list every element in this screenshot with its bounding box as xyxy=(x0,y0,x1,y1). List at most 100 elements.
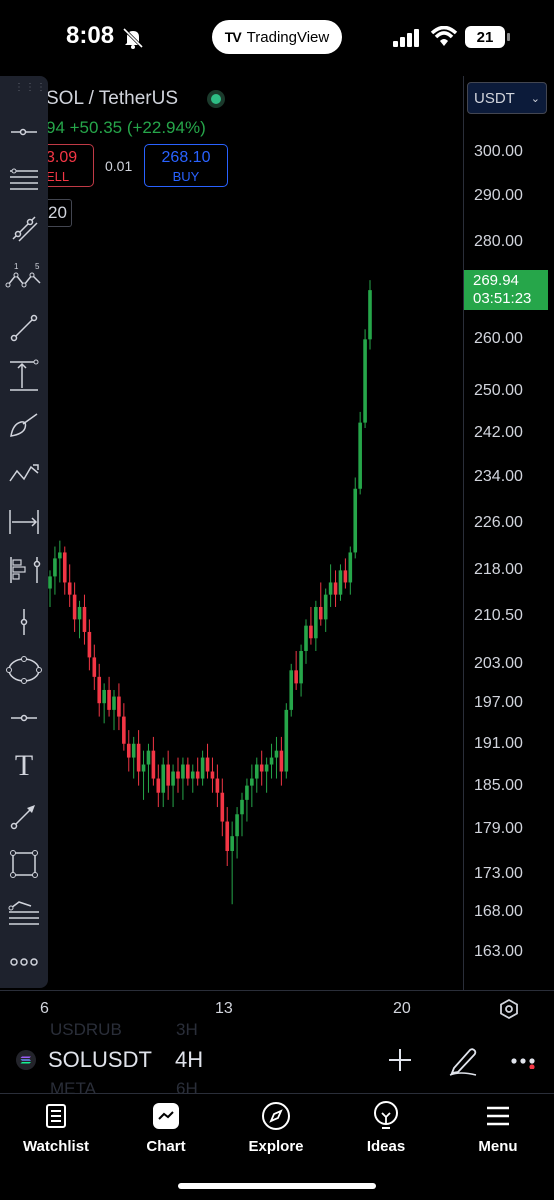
ghost-symbol: USDRUB xyxy=(50,1020,122,1039)
tab-chart[interactable]: Chart xyxy=(116,1100,216,1155)
text-icon[interactable]: T xyxy=(4,746,44,786)
grip-icon[interactable]: ⋮⋮⋮ xyxy=(14,82,47,93)
tradingview-pill[interactable]: TV TradingView xyxy=(212,20,342,54)
candle-down xyxy=(67,582,72,595)
candle-up xyxy=(235,814,239,837)
sell-price: 3.09 xyxy=(46,149,78,166)
candle-up xyxy=(368,290,372,340)
market-status-icon[interactable] xyxy=(207,90,225,108)
tab-label: Ideas xyxy=(366,1138,406,1155)
candle-down xyxy=(117,696,121,717)
sell-button[interactable]: 3.09 ELL xyxy=(44,144,94,187)
price-tick: 242.00 xyxy=(474,424,523,442)
cellular-signal-icon xyxy=(393,29,419,47)
tradingview-label: TradingView xyxy=(246,28,330,46)
rectangle-icon[interactable] xyxy=(4,844,44,884)
candle-down xyxy=(136,743,141,772)
tradingview-logo-icon: TV xyxy=(224,29,242,45)
drawing-toolbar: ⋮⋮⋮ 15 T xyxy=(0,76,48,988)
price-tick: 168.00 xyxy=(474,903,523,921)
candle-up xyxy=(363,339,367,423)
last-price-badge: 269.94 03:51:23 xyxy=(464,270,548,310)
price-tick: 218.00 xyxy=(474,561,523,579)
home-indicator xyxy=(178,1183,376,1189)
candle-up xyxy=(323,594,328,620)
chart-settings-icon[interactable] xyxy=(498,998,520,1020)
battery-cap xyxy=(507,33,510,41)
fib-icon[interactable] xyxy=(4,892,44,932)
candle-up xyxy=(353,488,358,553)
buy-label: BUY xyxy=(172,169,200,184)
candle-down xyxy=(82,606,87,632)
ellipse-icon[interactable] xyxy=(4,650,44,690)
status-time: 8:08 xyxy=(66,22,115,49)
price-tick: 234.00 xyxy=(474,468,523,486)
price-axis[interactable] xyxy=(463,76,554,990)
time-tick: 13 xyxy=(215,1000,233,1017)
price-tick: 210.50 xyxy=(474,607,523,625)
ghost-interval: 3H xyxy=(176,1020,198,1039)
more-options-icon[interactable] xyxy=(510,1055,538,1069)
multi-line-icon[interactable] xyxy=(4,160,44,200)
cross-line-icon[interactable] xyxy=(4,698,44,738)
price-tick: 203.00 xyxy=(474,654,523,672)
candle-down xyxy=(186,764,190,779)
spread-value: 0.01 xyxy=(105,158,133,174)
candle-up xyxy=(53,558,57,577)
trend-line-icon[interactable] xyxy=(4,208,44,248)
pen-icon[interactable] xyxy=(448,1044,478,1076)
tab-menu[interactable]: Menu xyxy=(448,1100,548,1155)
candle-down xyxy=(343,570,348,583)
candle-down xyxy=(122,716,126,744)
candle-up xyxy=(269,757,274,765)
brush-icon[interactable] xyxy=(4,406,44,446)
horizontal-line-icon[interactable] xyxy=(4,112,44,152)
interval-selector[interactable]: 4H xyxy=(175,1047,203,1073)
tab-label: Watchlist xyxy=(22,1138,90,1155)
candle-up xyxy=(102,689,106,704)
candle-up xyxy=(250,778,254,786)
wifi-icon xyxy=(430,26,458,46)
price-tick: 290.00 xyxy=(474,187,523,205)
symbol-name[interactable]: SOLUSDT xyxy=(48,1047,152,1073)
candle-up xyxy=(245,785,249,800)
date-range-icon[interactable] xyxy=(4,502,44,542)
candle-down xyxy=(62,552,67,583)
price-tick: 260.00 xyxy=(474,330,523,348)
sell-label: ELL xyxy=(46,169,70,184)
candle-up xyxy=(358,422,362,489)
forecast-icon[interactable] xyxy=(4,550,44,590)
ray-icon[interactable] xyxy=(4,308,44,348)
tab-explore[interactable]: Explore xyxy=(226,1100,326,1155)
buy-price: 268.10 xyxy=(161,149,211,166)
arrow-icon[interactable] xyxy=(4,796,44,836)
candle-up xyxy=(48,576,52,589)
last-price: 269.94 xyxy=(473,272,519,289)
price-change: 94 +50.35 (+22.94%) xyxy=(46,118,206,137)
candle-up xyxy=(171,771,175,786)
price-range-icon[interactable] xyxy=(4,356,44,396)
candle-up xyxy=(146,750,151,765)
price-tick: 173.00 xyxy=(474,864,523,882)
quantity-field[interactable]: 20 xyxy=(44,199,72,227)
candle-up xyxy=(254,764,259,779)
candle-up xyxy=(274,750,279,758)
pattern-icon[interactable]: 15 xyxy=(4,256,44,296)
candle-up xyxy=(131,743,136,758)
tab-watchlist[interactable]: Watchlist xyxy=(6,1100,106,1155)
tab-ideas[interactable]: Ideas xyxy=(336,1100,436,1155)
path-icon[interactable] xyxy=(4,454,44,494)
tab-label: Explore xyxy=(248,1138,304,1155)
tab-label: Menu xyxy=(478,1138,518,1155)
candle-down xyxy=(333,582,338,595)
currency-select[interactable]: USDT ⌄ xyxy=(467,82,547,114)
price-tick: 300.00 xyxy=(474,142,523,160)
more-tools-icon[interactable] xyxy=(4,942,44,982)
symbol-title[interactable]: SOL / TetherUS xyxy=(46,88,178,110)
candle-down xyxy=(72,594,77,620)
pattern-label: 1 xyxy=(14,262,19,271)
menu-icon xyxy=(487,1106,509,1126)
plus-icon[interactable] xyxy=(386,1046,414,1074)
vertical-line-icon[interactable] xyxy=(4,602,44,642)
buy-button[interactable]: 268.10 BUY xyxy=(144,144,228,187)
